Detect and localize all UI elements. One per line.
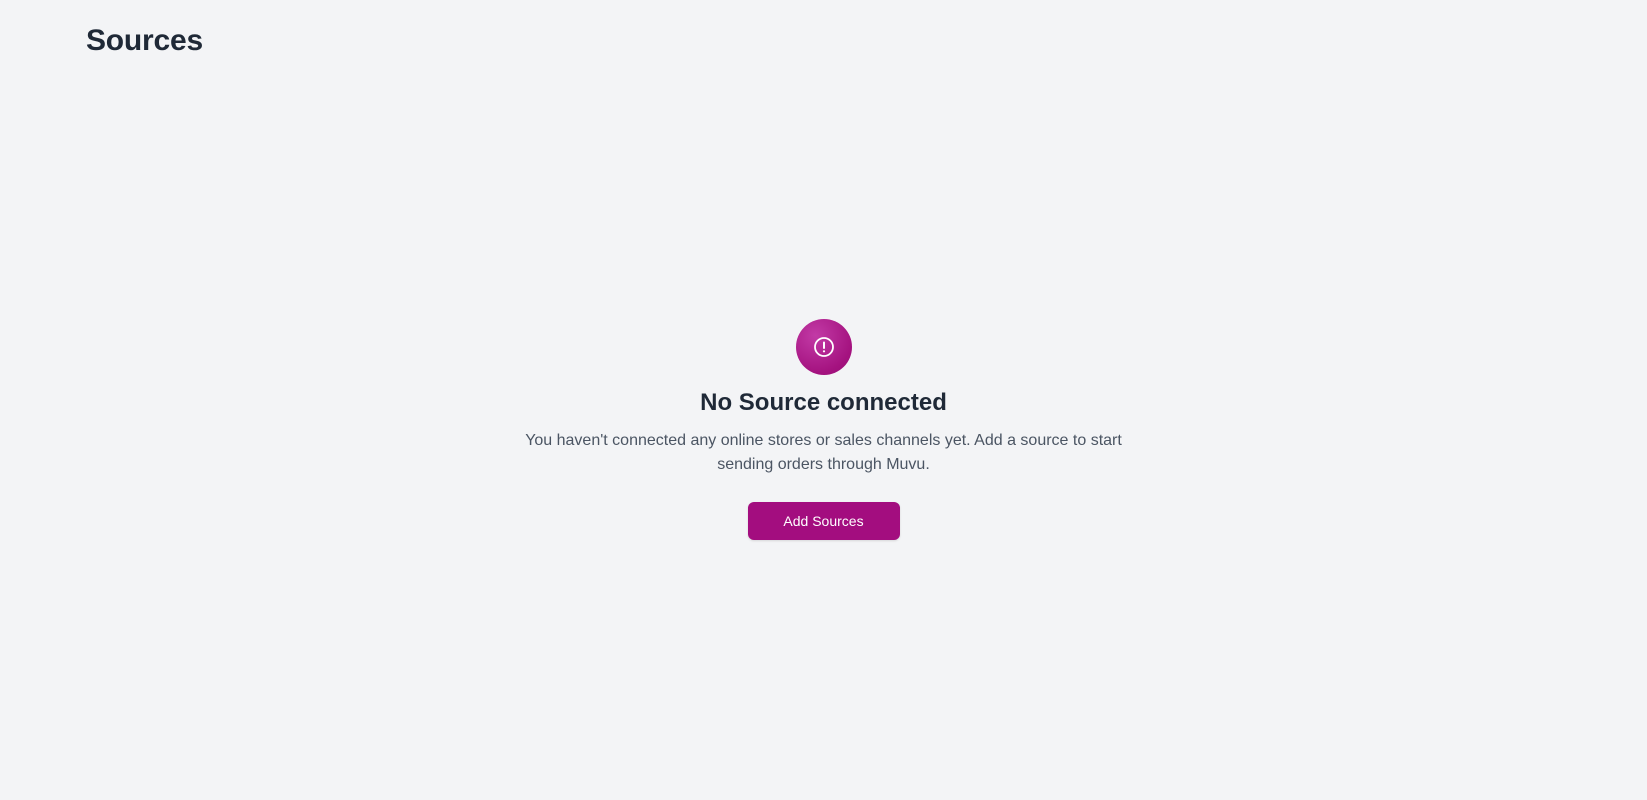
page-title: Sources xyxy=(86,24,203,57)
add-sources-button[interactable]: Add Sources xyxy=(747,502,900,540)
empty-state: No Source connected You haven't connecte… xyxy=(0,319,1647,540)
empty-state-description: You haven't connected any online stores … xyxy=(525,432,1122,473)
empty-state-heading: No Source connected xyxy=(700,389,947,416)
sources-page: Sources No Source connected You haven't … xyxy=(0,0,1647,800)
empty-state-icon-badge xyxy=(795,319,852,375)
exclamation-circle-icon xyxy=(813,337,834,357)
